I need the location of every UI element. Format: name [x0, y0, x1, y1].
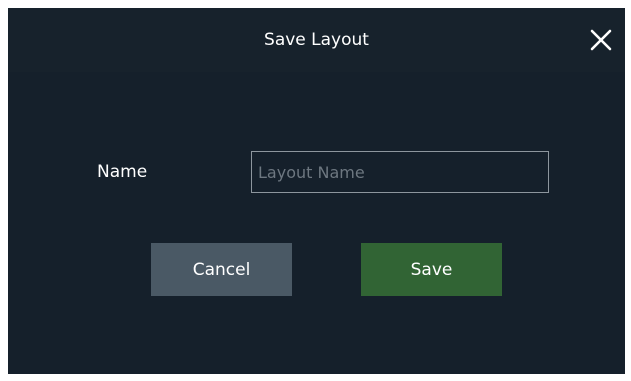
- close-icon-glyph: [590, 29, 612, 51]
- name-label: Name: [97, 162, 148, 182]
- save-layout-dialog: Save Layout Name Cancel Save: [8, 8, 625, 374]
- close-icon[interactable]: [588, 27, 614, 53]
- layout-name-input[interactable]: [251, 151, 549, 193]
- cancel-button[interactable]: Cancel: [151, 243, 292, 296]
- dialog-titlebar: Save Layout: [8, 8, 625, 72]
- dialog-title: Save Layout: [264, 30, 369, 50]
- save-button[interactable]: Save: [361, 243, 502, 296]
